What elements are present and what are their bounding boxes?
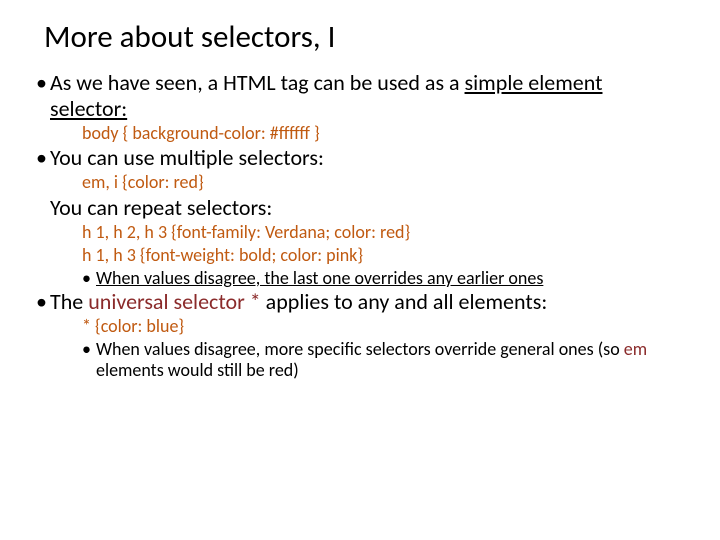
code-em-i: em, i {color: red}	[82, 172, 684, 193]
code-h123: h 1, h 2, h 3 {font-family: Verdana; col…	[82, 222, 684, 243]
note-last-overrides: When values disagree, the last one overr…	[82, 268, 684, 289]
code-h13: h 1, h 3 {font-weight: bold; color: pink…	[82, 245, 684, 266]
code-body-bg: body { background-color: #ffffff }	[82, 123, 684, 144]
text: When values disagree, more specific sele…	[96, 338, 624, 360]
text: elements would still be red)	[96, 359, 299, 381]
note-specificity: When values disagree, more specific sele…	[82, 339, 684, 381]
text-emphasis: universal selector *	[88, 288, 261, 315]
slide: More about selectors, I As we have seen,…	[0, 0, 720, 540]
text: applies to any and all elements:	[261, 288, 548, 315]
bullet-universal-selector: The universal selector * applies to any …	[36, 289, 684, 315]
slide-title: More about selectors, I	[44, 18, 684, 56]
code-universal: * {color: blue}	[82, 316, 684, 337]
bullet-multiple-selectors: You can use multiple selectors:	[36, 145, 684, 171]
text-underline: When values disagree, the last one overr…	[96, 267, 543, 289]
text: The	[50, 288, 88, 315]
text-emphasis: em	[624, 338, 647, 360]
bullet-simple-selector: As we have seen, a HTML tag can be used …	[36, 70, 684, 122]
bullet-repeat-selectors: You can repeat selectors:	[50, 195, 684, 221]
text: As we have seen, a HTML tag can be used …	[50, 69, 465, 96]
